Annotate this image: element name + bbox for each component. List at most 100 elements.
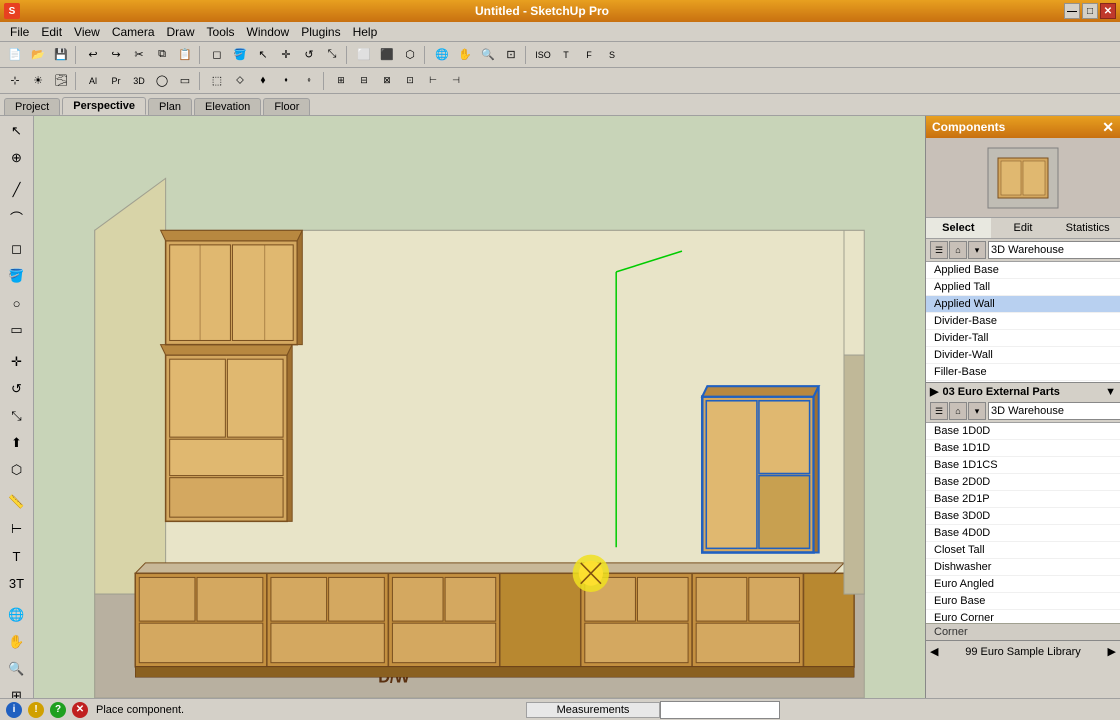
tab-elevation[interactable]: Elevation xyxy=(194,98,261,115)
tab-project[interactable]: Project xyxy=(4,98,60,115)
tb-save[interactable]: 💾 xyxy=(50,44,72,66)
view-dropdown-btn-2[interactable]: ▾ xyxy=(968,402,986,420)
lt-spacemouse[interactable]: ⊕ xyxy=(4,145,30,171)
lt-paint[interactable]: 🪣 xyxy=(4,263,30,289)
tb-new[interactable]: 📄 xyxy=(4,44,26,66)
menu-view[interactable]: View xyxy=(68,23,106,41)
tb-text[interactable]: ⊡ xyxy=(399,70,421,92)
tb-move[interactable]: ✛ xyxy=(275,44,297,66)
maximize-button[interactable]: □ xyxy=(1082,3,1098,19)
list-item-2[interactable]: Euro Angled xyxy=(926,576,1120,593)
tb-shaded[interactable]: ⬪ xyxy=(275,70,297,92)
lt-scale2[interactable]: ⤡ xyxy=(4,403,30,429)
tb-fog[interactable]: 🌫 xyxy=(50,70,72,92)
lt-circle[interactable]: ○ xyxy=(4,290,30,316)
tab-floor[interactable]: Floor xyxy=(263,98,310,115)
tb-components[interactable]: ⊞ xyxy=(330,70,352,92)
list-item[interactable]: Divider-Tall xyxy=(926,330,1120,347)
lt-3dtext[interactable]: 3T xyxy=(4,570,30,596)
tb-section[interactable]: Al xyxy=(82,70,104,92)
tb-zoomextents[interactable]: ⊡ xyxy=(500,44,522,66)
menu-tools[interactable]: Tools xyxy=(201,23,241,41)
tb-tape[interactable]: ⊠ xyxy=(376,70,398,92)
tb-iso[interactable]: ISO xyxy=(532,44,554,66)
tb-copy[interactable]: ⧉ xyxy=(151,44,173,66)
lt-tape2[interactable]: 📏 xyxy=(4,489,30,515)
lt-zoom2[interactable]: 🔍 xyxy=(4,656,30,682)
tb-zoom[interactable]: 🔍 xyxy=(477,44,499,66)
expand-button[interactable]: ▶ xyxy=(930,385,938,398)
lt-pushpull2[interactable]: ⬆ xyxy=(4,430,30,456)
tb-scale[interactable]: ⤡ xyxy=(321,44,343,66)
tb-dim[interactable]: ⊢ xyxy=(422,70,444,92)
footer-prev-btn[interactable]: ◀ xyxy=(930,645,938,658)
list-item-2[interactable]: Base 1D1CS xyxy=(926,457,1120,474)
view-list-btn[interactable]: ☰ xyxy=(930,241,948,259)
tb-textured[interactable]: ⬫ xyxy=(298,70,320,92)
list-item-2[interactable]: Closet Tall xyxy=(926,542,1120,559)
tb-orbit[interactable]: 🌐 xyxy=(431,44,453,66)
error-icon[interactable]: ✕ xyxy=(72,702,88,718)
tb-rect-tool[interactable]: ▭ xyxy=(174,70,196,92)
tb-front[interactable]: F xyxy=(578,44,600,66)
tb-paste[interactable]: 📋 xyxy=(174,44,196,66)
tab-perspective[interactable]: Perspective xyxy=(62,97,146,115)
tb-offset[interactable]: ⬡ xyxy=(399,44,421,66)
lt-dim2[interactable]: ⊢ xyxy=(4,516,30,542)
tb-redo[interactable]: ↪ xyxy=(105,44,127,66)
menu-edit[interactable]: Edit xyxy=(35,23,68,41)
view-home-btn[interactable]: ⌂ xyxy=(949,241,967,259)
view-dropdown-btn[interactable]: ▾ xyxy=(968,241,986,259)
menu-window[interactable]: Window xyxy=(241,23,296,41)
tb-cut[interactable]: ✂ xyxy=(128,44,150,66)
list-item-2[interactable]: Base 3D0D xyxy=(926,508,1120,525)
info-icon[interactable]: i xyxy=(6,702,22,718)
tb-protractor[interactable]: ⊣ xyxy=(445,70,467,92)
view-home-btn-2[interactable]: ⌂ xyxy=(949,402,967,420)
list-item-selected[interactable]: Applied Wall xyxy=(926,296,1120,313)
tb-group[interactable]: ⊟ xyxy=(353,70,375,92)
help-icon[interactable]: ? xyxy=(50,702,66,718)
warning-icon[interactable]: ! xyxy=(28,702,44,718)
lt-zoomwin[interactable]: ⊞ xyxy=(4,683,30,698)
menu-draw[interactable]: Draw xyxy=(161,23,201,41)
lt-move2[interactable]: ✛ xyxy=(4,349,30,375)
lt-orbit2[interactable]: 🌐 xyxy=(4,602,30,628)
lt-select[interactable]: ↖ xyxy=(4,118,30,144)
list-item-2[interactable]: Euro Corner xyxy=(926,610,1120,623)
tb-xray[interactable]: ⬚ xyxy=(206,70,228,92)
tb-axes[interactable]: ⊹ xyxy=(4,70,26,92)
tb-wireframe[interactable]: ⬦ xyxy=(229,70,251,92)
list-item-2[interactable]: Base 4D0D xyxy=(926,525,1120,542)
tb-followme[interactable]: ⬛ xyxy=(376,44,398,66)
lt-eraser[interactable]: ◻ xyxy=(4,236,30,262)
search-input-1[interactable] xyxy=(988,241,1120,259)
tb-open[interactable]: 📂 xyxy=(27,44,49,66)
panel-close-button[interactable]: ✕ xyxy=(1102,119,1114,136)
lt-offset2[interactable]: ⬡ xyxy=(4,457,30,483)
menu-plugins[interactable]: Plugins xyxy=(295,23,346,41)
lt-pan2[interactable]: ✋ xyxy=(4,629,30,655)
tb-top[interactable]: T xyxy=(555,44,577,66)
minimize-button[interactable]: — xyxy=(1064,3,1080,19)
list-item[interactable]: Applied Base xyxy=(926,262,1120,279)
list-item-2[interactable]: Base 2D1P xyxy=(926,491,1120,508)
tb-rotate[interactable]: ↺ xyxy=(298,44,320,66)
section2-arrow[interactable]: ▼ xyxy=(1105,386,1116,398)
lt-rotate2[interactable]: ↺ xyxy=(4,376,30,402)
tb-paint[interactable]: 🪣 xyxy=(229,44,251,66)
canvas-area[interactable]: Use SketchUp's inferencing to position p… xyxy=(34,116,925,698)
tb-hidden[interactable]: ⬧ xyxy=(252,70,274,92)
list-item[interactable]: Filler-Base xyxy=(926,364,1120,381)
measurements-input[interactable] xyxy=(660,701,780,719)
lt-rect2[interactable]: ▭ xyxy=(4,317,30,343)
list-item[interactable]: Applied Tall xyxy=(926,279,1120,296)
tab-edit[interactable]: Edit xyxy=(991,218,1056,238)
close-button[interactable]: ✕ xyxy=(1100,3,1116,19)
tb-3d[interactable]: 3D xyxy=(128,70,150,92)
list-item-2[interactable]: Dishwasher xyxy=(926,559,1120,576)
view-list-btn-2[interactable]: ☰ xyxy=(930,402,948,420)
footer-next-btn[interactable]: ▶ xyxy=(1108,645,1116,658)
tb-side[interactable]: S xyxy=(601,44,623,66)
tb-select[interactable]: ↖ xyxy=(252,44,274,66)
